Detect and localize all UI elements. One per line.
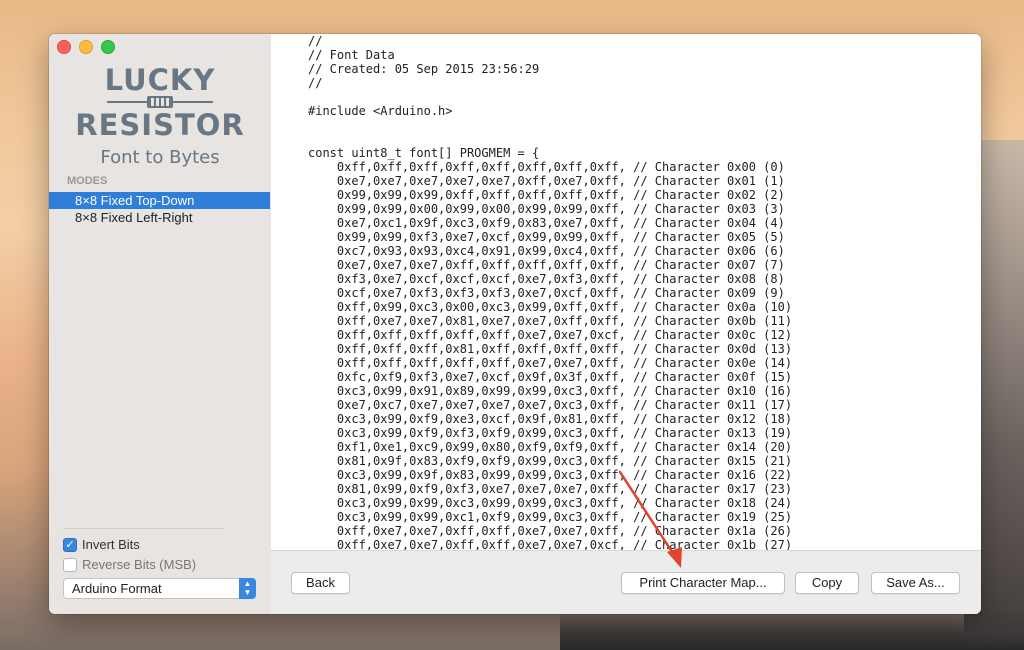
close-button[interactable] [57,40,71,54]
code-row: 0xc3,0x99,0xf9,0xe3,0xcf,0x9f,0x81,0xff,… [336,412,793,426]
reverse-bits-label: Reverse Bits (MSB) [82,557,197,572]
code-row: 0xff,0x99,0xc3,0x00,0xc3,0x99,0xff,0xff,… [336,300,793,314]
logo-line2: RESISTOR [75,108,245,142]
print-character-map-button[interactable]: Print Character Map... [621,572,785,594]
code-row: 0xc7,0x93,0x93,0xc4,0x91,0x99,0xc4,0xff,… [336,244,785,258]
code-row: 0xc3,0x99,0x9f,0x83,0x99,0x99,0xc3,0xff,… [336,468,793,482]
invert-bits-checkbox[interactable]: ✓ Invert Bits [63,537,140,552]
invert-bits-label: Invert Bits [82,537,140,552]
format-select[interactable]: Arduino Format ▲ ▼ [63,578,256,599]
code-row: 0xff,0xff,0xff,0xff,0xff,0xe7,0xe7,0xcf,… [336,328,793,342]
code-line: // [308,34,323,48]
code-row: 0x99,0x99,0x99,0xff,0xff,0xff,0xff,0xff,… [336,188,785,202]
app-window: LUCKY RESISTOR Font to Bytes MODES 8×8 F… [49,34,981,614]
desktop-trees [560,610,1024,650]
code-row: 0xe7,0xc1,0x9f,0xc3,0xf9,0x83,0xe7,0xff,… [336,216,785,230]
code-row: 0xe7,0xe7,0xe7,0xe7,0xe7,0xff,0xe7,0xff,… [336,174,785,188]
checkbox-empty-icon [63,557,77,572]
code-row: 0xcf,0xe7,0xf3,0xf3,0xf3,0xe7,0xcf,0xff,… [336,286,785,300]
code-row: 0xfc,0xf9,0xf3,0xe7,0xcf,0x9f,0x3f,0xff,… [336,370,793,384]
sidebar-divider [63,528,223,529]
reverse-bits-checkbox[interactable]: Reverse Bits (MSB) [63,557,196,572]
code-row: 0x99,0x99,0xf3,0xe7,0xcf,0x99,0x99,0xff,… [336,230,785,244]
updown-chevron-icon: ▲ ▼ [239,578,256,599]
code-row: 0x81,0x99,0xf9,0xf3,0xe7,0xe7,0xe7,0xff,… [336,482,793,496]
format-select-value: Arduino Format [72,581,162,596]
code-line: // Font Data [308,48,395,62]
code-line: // Created: 05 Sep 2015 23:56:29 [308,62,540,76]
code-row: 0xf3,0xe7,0xcf,0xcf,0xcf,0xe7,0xf3,0xff,… [336,272,785,286]
resistor-icon [49,96,271,108]
code-text: // // Font Data // Created: 05 Sep 2015 … [308,34,792,550]
code-row: 0xe7,0xe7,0xe7,0xff,0xff,0xff,0xff,0xff,… [336,258,785,272]
zoom-button[interactable] [101,40,115,54]
code-line: // [308,76,323,90]
code-row: 0xc3,0x99,0x91,0x89,0x99,0x99,0xc3,0xff,… [336,384,793,398]
mode-item-top-down[interactable]: 8×8 Fixed Top-Down [49,192,270,209]
app-logo: LUCKY RESISTOR Font to Bytes [49,64,271,168]
checkmark-icon: ✓ [63,537,77,552]
code-row: 0xc3,0x99,0x99,0xc3,0x99,0x99,0xc3,0xff,… [336,496,793,510]
logo-subtitle: Font to Bytes [100,147,220,168]
code-row: 0xff,0xff,0xff,0x81,0xff,0xff,0xff,0xff,… [336,342,793,356]
code-row: 0xc3,0x99,0xf9,0xf3,0xf9,0x99,0xc3,0xff,… [336,426,793,440]
copy-button[interactable]: Copy [795,572,859,594]
code-line: const uint8_t font[] PROGMEM = { [308,146,540,160]
code-row: 0xc3,0x99,0x99,0xc1,0xf9,0x99,0xc3,0xff,… [336,510,793,524]
mode-item-left-right[interactable]: 8×8 Fixed Left-Right [49,209,270,226]
logo-line1: LUCKY [104,63,216,97]
code-row: 0xff,0xff,0xff,0xff,0xff,0xe7,0xe7,0xff,… [336,356,793,370]
sidebar: LUCKY RESISTOR Font to Bytes MODES 8×8 F… [49,34,272,614]
code-output-area[interactable]: // // Font Data // Created: 05 Sep 2015 … [271,34,981,550]
code-row: 0xff,0xff,0xff,0xff,0xff,0xff,0xff,0xff,… [336,160,785,174]
code-line: #include <Arduino.h> [308,104,453,118]
code-row: 0x99,0x99,0x00,0x99,0x00,0x99,0x99,0xff,… [336,202,785,216]
code-row: 0xff,0xe7,0xe7,0xff,0xff,0xe7,0xe7,0xff,… [336,524,793,538]
save-as-button[interactable]: Save As... [871,572,960,594]
code-row: 0xe7,0xc7,0xe7,0xe7,0xe7,0xe7,0xc3,0xff,… [336,398,793,412]
minimize-button[interactable] [79,40,93,54]
code-row: 0xf1,0xe1,0xc9,0x99,0x80,0xf9,0xf9,0xff,… [336,440,793,454]
code-row: 0x81,0x9f,0x83,0xf9,0xf9,0x99,0xc3,0xff,… [336,454,793,468]
modes-header: MODES [67,175,108,187]
back-button[interactable]: Back [291,572,350,594]
window-controls [57,40,115,54]
code-row: 0xff,0xe7,0xe7,0x81,0xe7,0xe7,0xff,0xff,… [336,314,793,328]
bottom-toolbar: Back Print Character Map... Copy Save As… [271,550,981,614]
code-row: 0xff,0xe7,0xe7,0xff,0xff,0xe7,0xe7,0xcf,… [336,538,793,550]
